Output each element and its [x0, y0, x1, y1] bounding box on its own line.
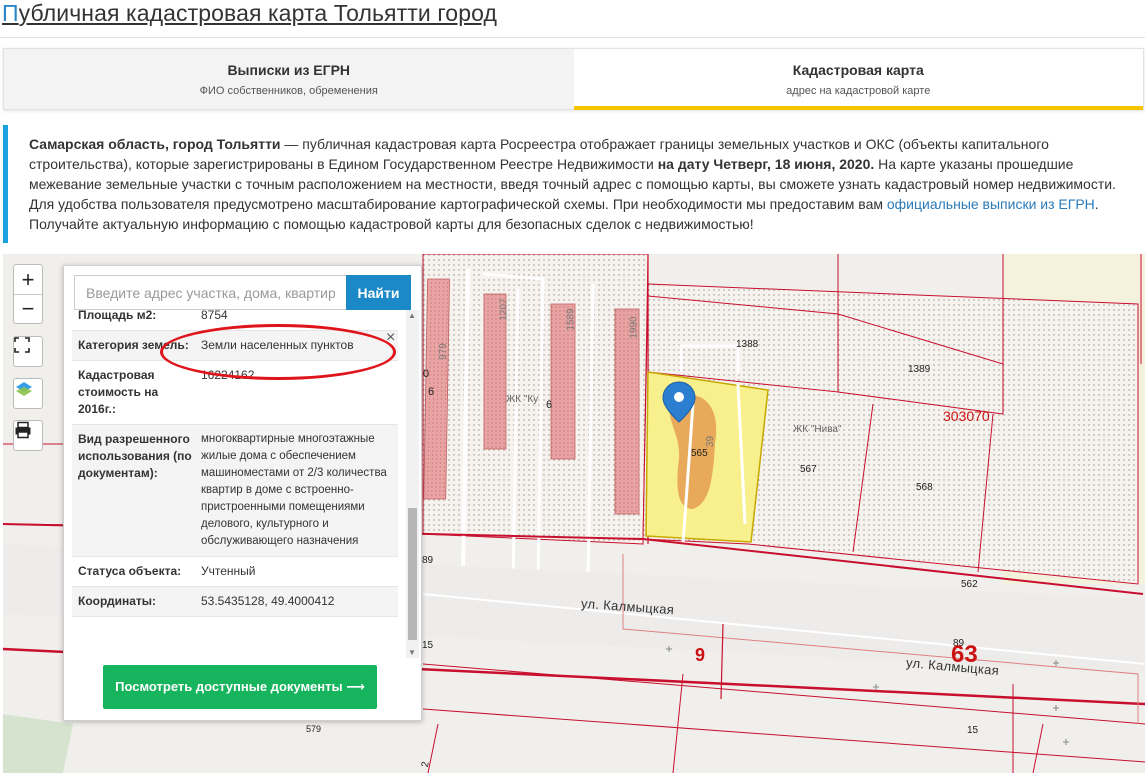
tab-sublabel: ФИО собственников, обременения — [199, 85, 378, 97]
row-value: 53.5435128, 49.4000412 — [201, 594, 335, 608]
parcel-label: 1389 — [908, 364, 931, 375]
parcel-label: 0 — [423, 368, 430, 380]
parcel-label: 565 — [691, 448, 708, 459]
page-title-rest: убличная кадастровая карта Тольятти горо… — [18, 0, 497, 26]
page-title[interactable]: Публичная кадастровая карта Тольятти гор… — [2, 0, 497, 27]
tab-label: Выписки из ЕГРН — [227, 62, 351, 78]
table-row: Статуса объекта: Учтенный — [72, 557, 398, 587]
row-key: Вид разрешенного использования (по докум… — [78, 432, 192, 480]
tab-bar: Выписки из ЕГРН ФИО собственников, обрем… — [3, 48, 1144, 110]
fullscreen-control — [13, 336, 43, 367]
row-key: Кадастровая стоимость на 2016г.: — [78, 368, 159, 416]
row-value: многоквартирные многоэтажные жилые дома … — [201, 433, 387, 547]
row-key: Площадь м2: — [78, 310, 157, 322]
parcel-label: 15 — [422, 640, 434, 651]
scroll-down-icon[interactable]: ▼ — [408, 648, 416, 657]
table-row: Вид разрешенного использования (по докум… — [72, 425, 398, 557]
row-value: Учтенный — [201, 564, 256, 578]
info-block: Самарская область, город Тольятти — публ… — [3, 125, 1143, 243]
page-title-initial: П — [2, 0, 19, 26]
fullscreen-button[interactable] — [14, 337, 42, 366]
zoom-in-button[interactable]: + — [14, 265, 42, 294]
tab-sublabel: адрес на кадастровой карте — [786, 85, 931, 97]
print-button[interactable] — [14, 421, 42, 450]
scroll-up-icon[interactable]: ▲ — [408, 311, 416, 320]
building-label: 1207 — [498, 298, 510, 321]
block-number: 63 — [951, 641, 978, 668]
building-label: 1589 — [565, 308, 577, 331]
fullscreen-icon — [14, 337, 30, 353]
building-label: 1990 — [628, 316, 640, 339]
layers-control — [13, 378, 43, 409]
print-control — [13, 420, 43, 451]
find-button[interactable]: Найти — [346, 275, 411, 310]
panel-scrollbar[interactable]: ▲ ▼ — [406, 310, 419, 658]
parcel-label: 568 — [916, 482, 933, 493]
parcel-label: 562 — [961, 579, 978, 590]
divider — [0, 37, 1145, 38]
building-label: 6 — [546, 399, 553, 411]
layers-button[interactable] — [14, 379, 42, 408]
parcel-label: 89 — [422, 555, 434, 566]
address-search-input[interactable] — [74, 275, 347, 310]
info-region: Самарская область, город Тольятти — [29, 136, 281, 152]
printer-icon — [15, 421, 31, 439]
table-row: Координаты: 53.5435128, 49.4000412 — [72, 587, 398, 617]
row-key: Статуса объекта: — [78, 564, 182, 578]
egrn-extracts-link[interactable]: официальные выписки из ЕГРН — [887, 196, 1095, 212]
building-label: 39 — [705, 435, 717, 448]
tab-cadastral-map[interactable]: Кадастровая карта адрес на кадастровой к… — [573, 49, 1143, 110]
building-label: 6 — [428, 386, 435, 398]
block-number: 9 — [695, 645, 706, 665]
parcel-label: 567 — [800, 464, 817, 475]
scrollbar-thumb[interactable] — [408, 508, 417, 640]
parcel-label: 579 — [306, 724, 322, 734]
layers-icon — [16, 382, 32, 396]
highlight-oval — [160, 324, 396, 380]
row-key: Координаты: — [78, 594, 157, 608]
tab-egrn-extracts[interactable]: Выписки из ЕГРН ФИО собственников, обрем… — [4, 49, 574, 109]
parcel-label: 15 — [967, 725, 979, 736]
complex-label: ЖК "Нива" — [793, 424, 842, 435]
info-date: на дату Четверг, 18 июня, 2020. — [657, 156, 875, 172]
building-label: 979 — [437, 343, 449, 360]
zoom-control: + − — [13, 264, 43, 324]
zoom-out-button[interactable]: − — [14, 294, 42, 323]
parcel-label: 1388 — [736, 339, 759, 350]
view-documents-button[interactable]: Посмотреть доступные документы ⟶ — [103, 665, 377, 709]
complex-label: ЖК "Ку — [506, 394, 539, 405]
parcel-label: 303070 — [943, 408, 990, 424]
tab-label: Кадастровая карта — [792, 62, 924, 78]
